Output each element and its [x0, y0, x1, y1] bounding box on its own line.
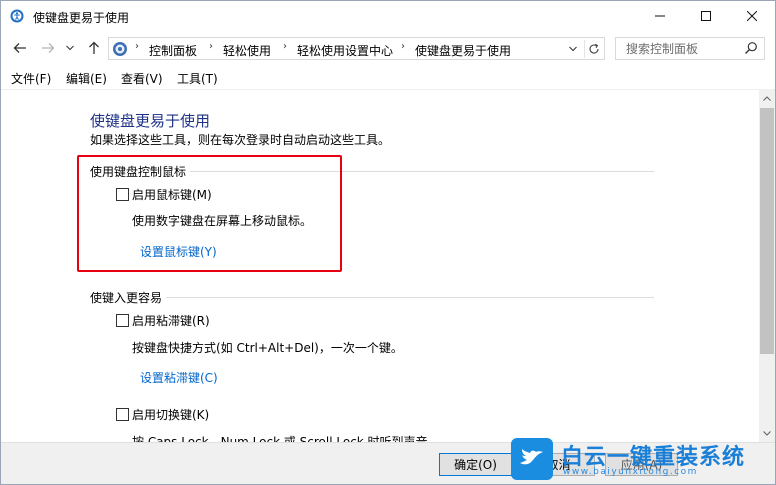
ease-of-access-icon	[10, 9, 24, 23]
breadcrumb-ease-of-access[interactable]: 轻松使用	[223, 42, 271, 59]
recent-locations-button[interactable]	[63, 38, 77, 58]
menu-bar: 文件(F) 编辑(E) 查看(V) 工具(T)	[1, 67, 775, 89]
back-button[interactable]	[10, 38, 30, 58]
vertical-scrollbar[interactable]	[759, 90, 775, 442]
group-header-typing: 使键入更容易	[90, 289, 167, 306]
toggle-keys-option[interactable]: 启用切换键(K)	[116, 406, 209, 422]
page-title: 使键盘更易于使用	[90, 112, 211, 130]
watermark-url: www.baiyunxitong.com	[563, 467, 698, 477]
bird-logo-icon	[511, 438, 553, 480]
close-button[interactable]	[729, 1, 775, 31]
address-bar[interactable]: › 控制面板 › 轻松使用 › 轻松使用设置中心 › 使键盘更易于使用	[108, 37, 605, 60]
page-subtitle: 如果选择这些工具，则在每次登录时自动启动这些工具。	[90, 133, 391, 147]
ok-button[interactable]: 确定(O)	[439, 453, 512, 476]
menu-tools[interactable]: 工具(T)	[177, 70, 218, 87]
menu-file[interactable]: 文件(F)	[11, 70, 51, 87]
window-title: 使键盘更易于使用	[33, 11, 130, 25]
breadcrumb-separator-icon[interactable]: ›	[401, 41, 405, 52]
sticky-keys-label[interactable]: 启用粘滞键(R)	[132, 312, 210, 329]
sticky-keys-option[interactable]: 启用粘滞键(R)	[116, 312, 210, 328]
sticky-keys-checkbox[interactable]	[116, 313, 129, 327]
menu-edit[interactable]: 编辑(E)	[66, 70, 107, 87]
toggle-keys-description: 按 Caps Lock、Num Lock 或 Scroll Lock 时听到声音…	[132, 435, 440, 442]
search-input[interactable]	[616, 38, 744, 59]
breadcrumb-separator-icon[interactable]: ›	[209, 41, 213, 52]
scroll-thumb[interactable]	[760, 108, 774, 354]
breadcrumb-separator-icon[interactable]: ›	[135, 41, 139, 52]
content-area: 使键盘更易于使用 如果选择这些工具，则在每次登录时自动启动这些工具。 使用键盘控…	[1, 90, 759, 442]
chevron-down-icon[interactable]	[564, 40, 582, 58]
breadcrumb-ease-of-access-center[interactable]: 轻松使用设置中心	[297, 42, 393, 59]
toggle-keys-label[interactable]: 启用切换键(K)	[132, 406, 209, 423]
breadcrumb-separator-icon[interactable]: ›	[283, 41, 287, 52]
control-panel-window: 使键盘更易于使用 › 控制面板 › 轻松使用 › 轻松使用设置中心 › 使键盘更…	[0, 0, 776, 485]
navigation-bar: › 控制面板 › 轻松使用 › 轻松使用设置中心 › 使键盘更易于使用	[1, 32, 775, 64]
search-box[interactable]	[615, 37, 765, 60]
control-panel-icon	[112, 41, 128, 57]
title-bar[interactable]: 使键盘更易于使用	[1, 1, 775, 31]
maximize-button[interactable]	[683, 1, 729, 31]
scroll-up-icon[interactable]	[759, 90, 775, 107]
menu-view[interactable]: 查看(V)	[121, 70, 163, 87]
forward-button[interactable]	[38, 38, 58, 58]
breadcrumb-current-page[interactable]: 使键盘更易于使用	[415, 42, 511, 59]
search-icon[interactable]	[744, 41, 760, 57]
highlight-annotation	[77, 155, 342, 272]
breadcrumb-control-panel[interactable]: 控制面板	[149, 42, 197, 59]
watermark: 白云一键重装系统 www.baiyunxitong.com	[511, 434, 773, 484]
setup-sticky-keys-link[interactable]: 设置粘滞键(C)	[140, 369, 218, 386]
toggle-keys-checkbox[interactable]	[116, 407, 129, 421]
refresh-icon[interactable]	[584, 40, 602, 58]
group-divider	[90, 297, 654, 298]
up-button[interactable]	[84, 38, 104, 58]
minimize-button[interactable]	[637, 1, 683, 31]
sticky-keys-description: 按键盘快捷方式(如 Ctrl+Alt+Del)，一次一个键。	[132, 341, 403, 355]
